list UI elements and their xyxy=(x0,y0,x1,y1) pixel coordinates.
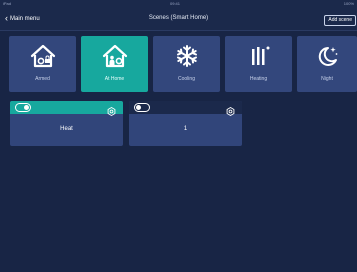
status-time: 09:41 xyxy=(170,1,181,6)
scene-night[interactable]: Night xyxy=(297,36,357,92)
scene-heating[interactable]: Heating xyxy=(225,36,292,92)
device-name: 1 xyxy=(183,126,188,132)
gear-icon[interactable] xyxy=(226,103,235,116)
navigation-bar: ‹ Main menu Scenes (Smart Home) Add scen… xyxy=(0,8,357,31)
device-name: Heat xyxy=(60,126,73,132)
add-scene-button[interactable]: Add scene xyxy=(324,15,356,26)
scene-bar: Armed At Home Cooling Heating Night xyxy=(0,36,357,92)
power-toggle[interactable] xyxy=(134,103,150,112)
device-card: Heat xyxy=(10,101,123,146)
scene-label: Night xyxy=(321,76,333,82)
scene-at-home[interactable]: At Home xyxy=(81,36,148,92)
toggle-knob xyxy=(24,105,29,110)
gear-icon[interactable] xyxy=(107,103,116,116)
status-bar: iPad 09:41 100% xyxy=(0,0,357,8)
status-battery: 100% xyxy=(343,1,354,6)
scene-label: Heating xyxy=(249,76,268,82)
card-header xyxy=(10,101,123,116)
scene-armed[interactable]: Armed xyxy=(9,36,76,92)
moon-icon xyxy=(297,43,357,69)
scene-label: Armed xyxy=(35,76,50,82)
page-title: Scenes (Smart Home) xyxy=(148,15,209,21)
card-header xyxy=(129,101,242,116)
house-lock-icon xyxy=(9,43,76,69)
snowflake-icon xyxy=(153,43,220,69)
scene-cooling[interactable]: Cooling xyxy=(153,36,220,92)
device-card: 1 xyxy=(129,101,242,146)
toggle-knob xyxy=(136,105,141,110)
status-left: iPad xyxy=(3,1,12,6)
house-person-icon xyxy=(81,43,148,69)
heater-icon xyxy=(225,43,292,69)
scene-label: Cooling xyxy=(178,76,195,82)
power-toggle[interactable] xyxy=(15,103,31,112)
scene-label: At Home xyxy=(104,76,125,82)
